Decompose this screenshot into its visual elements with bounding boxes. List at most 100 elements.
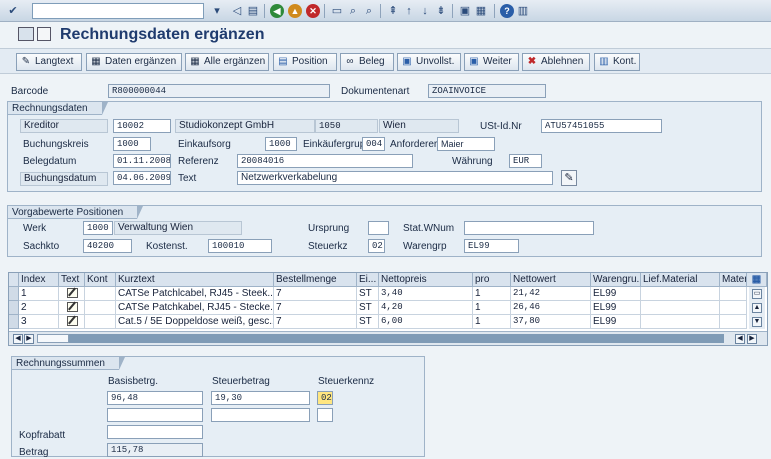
table-cell[interactable]: 1: [473, 301, 511, 315]
col-material[interactable]: Mater: [720, 273, 747, 287]
table-cell[interactable]: 3,40: [379, 287, 473, 301]
window-icon[interactable]: [37, 27, 51, 41]
steuerkennz-field-2[interactable]: [317, 408, 333, 422]
text-edit-icon[interactable]: [59, 301, 85, 315]
col-nettopreis[interactable]: Nettopreis: [379, 273, 473, 287]
prev-page-icon[interactable]: ↑: [402, 4, 416, 18]
shortcut-icon[interactable]: ▦: [474, 4, 488, 18]
scroll-track[interactable]: [69, 334, 724, 343]
referenz-field[interactable]: 20084016: [237, 154, 413, 168]
kont-button[interactable]: ▥ Kont.: [594, 53, 640, 71]
table-cell[interactable]: EL99: [591, 315, 641, 329]
scroll-top-icon[interactable]: ▭: [752, 289, 762, 299]
scroll-left-icon[interactable]: ◀: [13, 334, 23, 344]
col-index[interactable]: Index: [19, 273, 59, 287]
table-cell[interactable]: 6,00: [379, 315, 473, 329]
horizontal-scrollbar[interactable]: ◀ ▶ ◀ ▶: [9, 331, 767, 345]
next-page-icon[interactable]: ↓: [418, 4, 432, 18]
select-all-cell[interactable]: [9, 273, 19, 287]
table-cell[interactable]: ST: [357, 287, 379, 301]
back-icon[interactable]: ◀: [270, 4, 284, 18]
find-next-icon[interactable]: ⌕: [362, 4, 376, 18]
dokumentenart-field[interactable]: ZOAINVOICE: [428, 84, 546, 98]
table-cell[interactable]: [720, 301, 747, 315]
row-selector[interactable]: [9, 301, 19, 315]
barcode-field[interactable]: R800000044: [108, 84, 330, 98]
find-icon[interactable]: ⌕: [346, 4, 360, 18]
first-page-icon[interactable]: ⇞: [386, 4, 400, 18]
help-icon[interactable]: ?: [500, 4, 514, 18]
column-settings-icon[interactable]: ▦: [747, 273, 767, 287]
statwnum-field[interactable]: [464, 221, 594, 235]
col-nettowert[interactable]: Nettowert: [511, 273, 591, 287]
edit-icon[interactable]: ✎: [561, 170, 577, 186]
sachkto-field[interactable]: 40200: [83, 239, 132, 253]
scroll-right-icon[interactable]: ▶: [747, 334, 757, 344]
dropdown-icon[interactable]: ▾: [210, 4, 224, 18]
col-einheit[interactable]: Ei...: [357, 273, 379, 287]
table-cell[interactable]: [720, 315, 747, 329]
langtext-button[interactable]: ✎ Langtext: [16, 53, 82, 71]
table-cell[interactable]: ST: [357, 315, 379, 329]
col-kont[interactable]: Kont: [85, 273, 116, 287]
kopfrabatt-field[interactable]: [107, 425, 203, 439]
table-cell[interactable]: EL99: [591, 301, 641, 315]
table-cell[interactable]: 7: [274, 301, 357, 315]
steuerkennz-field[interactable]: 02: [317, 391, 333, 405]
weiter-button[interactable]: ▣ Weiter: [464, 53, 519, 71]
kostenst-field[interactable]: 100010: [208, 239, 272, 253]
back-arrow-icon[interactable]: ◁: [230, 4, 244, 18]
col-kurztext[interactable]: Kurztext: [116, 273, 274, 287]
steuerbetrag-field[interactable]: 19,30: [211, 391, 310, 405]
table-cell[interactable]: CATSe Patchlcabel, RJ45 - Steek...: [116, 287, 274, 301]
einkaufsorg-field[interactable]: 1000: [265, 137, 297, 151]
ustid-field[interactable]: ATU57451055: [541, 119, 662, 133]
kreditor-field[interactable]: 10002: [113, 119, 171, 133]
col-bestellmenge[interactable]: Bestellmenge: [274, 273, 357, 287]
ursprung-field[interactable]: [368, 221, 389, 235]
werk-field[interactable]: 1000: [83, 221, 113, 235]
unvollst-button[interactable]: ▣ Unvollst.: [397, 53, 461, 71]
exit-icon[interactable]: ▲: [288, 4, 302, 18]
col-pro[interactable]: pro: [473, 273, 511, 287]
alle-ergaenzen-button[interactable]: ▦ Alle ergänzen: [185, 53, 269, 71]
warengrp-field[interactable]: EL99: [464, 239, 519, 253]
row-selector[interactable]: [9, 287, 19, 301]
layout-icon[interactable]: ▥: [516, 4, 530, 18]
buchungskreis-field[interactable]: 1000: [113, 137, 151, 151]
table-cell[interactable]: 4,20: [379, 301, 473, 315]
scroll-up-icon[interactable]: ▲: [752, 303, 762, 313]
vertical-scrollbar[interactable]: ▭ ▲ ▼: [749, 287, 765, 329]
table-cell[interactable]: 21,42: [511, 287, 591, 301]
table-cell[interactable]: 1: [473, 315, 511, 329]
table-cell[interactable]: [641, 287, 720, 301]
scroll-right-icon[interactable]: ▶: [24, 334, 34, 344]
table-cell[interactable]: 1: [473, 287, 511, 301]
table-cell[interactable]: 26,46: [511, 301, 591, 315]
table-cell[interactable]: CATSe Patchkabel, RJ45 - Stecke...: [116, 301, 274, 315]
text-edit-icon[interactable]: [59, 287, 85, 301]
text-edit-icon[interactable]: [59, 315, 85, 329]
basisbetrag-field-2[interactable]: [107, 408, 203, 422]
buchungsdatum-field[interactable]: 04.06.2009: [113, 171, 171, 185]
daten-ergaenzen-button[interactable]: ▦ Daten ergänzen: [86, 53, 182, 71]
col-lief-material[interactable]: Lief.Material: [641, 273, 720, 287]
table-cell[interactable]: [720, 287, 747, 301]
new-session-icon[interactable]: ▣: [458, 4, 472, 18]
anforderer-field[interactable]: Maier: [437, 137, 495, 151]
command-field[interactable]: [32, 3, 204, 19]
scroll-left-icon[interactable]: ◀: [735, 334, 745, 344]
cancel-icon[interactable]: ✕: [306, 4, 320, 18]
steuerbetrag-field-2[interactable]: [211, 408, 310, 422]
scroll-down-icon[interactable]: ▼: [752, 317, 762, 327]
col-warengruppe[interactable]: Warengru...: [591, 273, 641, 287]
table-cell[interactable]: ST: [357, 301, 379, 315]
beleg-button[interactable]: ∞ Beleg: [340, 53, 394, 71]
table-cell[interactable]: Cat.5 / 5E Doppeldose weiß, gesc...: [116, 315, 274, 329]
col-text[interactable]: Text: [59, 273, 85, 287]
waehrung-field[interactable]: EUR: [509, 154, 542, 168]
menu-icon[interactable]: [18, 27, 34, 41]
belegdatum-field[interactable]: 01.11.2008: [113, 154, 171, 168]
table-cell[interactable]: 7: [274, 287, 357, 301]
ablehnen-button[interactable]: ✖ Ablehnen: [522, 53, 590, 71]
